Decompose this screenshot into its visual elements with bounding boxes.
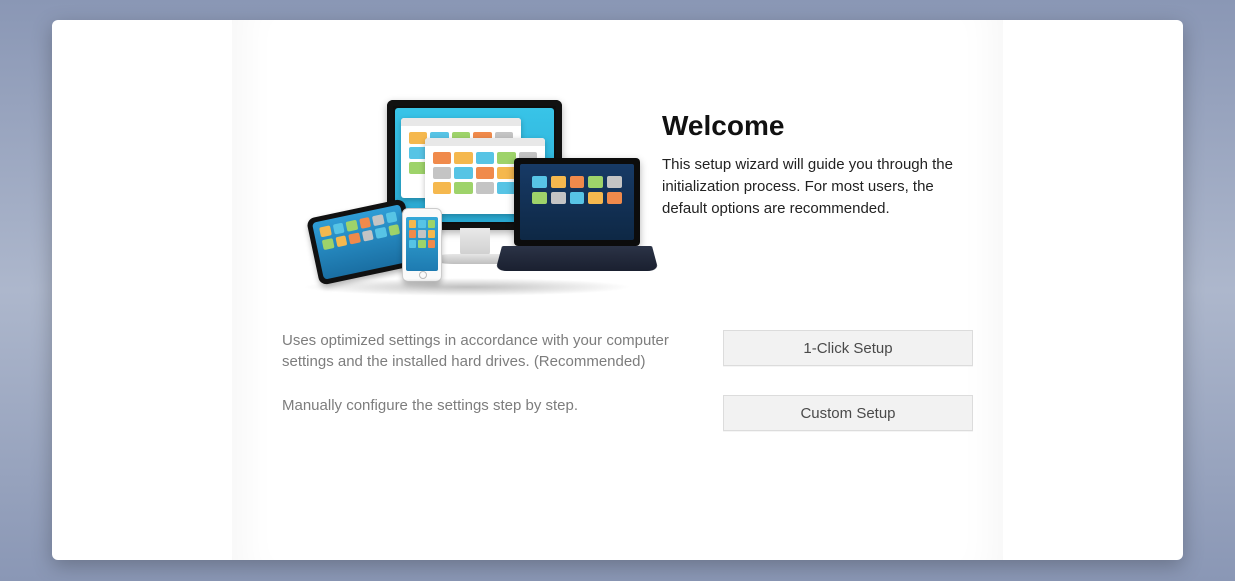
quick-setup-row: Uses optimized settings in accordance wi… bbox=[282, 330, 973, 372]
custom-setup-row: Manually configure the settings step by … bbox=[282, 395, 973, 431]
one-click-setup-button[interactable]: 1-Click Setup bbox=[723, 330, 973, 366]
phone-icon bbox=[402, 208, 442, 282]
content-area: Welcome This setup wizard will guide you… bbox=[232, 20, 1003, 560]
laptop-icon bbox=[502, 158, 652, 286]
welcome-description: This setup wizard will guide you through… bbox=[662, 154, 973, 219]
setup-wizard-card: Welcome This setup wizard will guide you… bbox=[52, 20, 1183, 560]
quick-setup-description: Uses optimized settings in accordance wi… bbox=[282, 330, 683, 372]
devices-illustration bbox=[282, 100, 622, 290]
welcome-title: Welcome bbox=[662, 110, 973, 142]
custom-setup-description: Manually configure the settings step by … bbox=[282, 395, 683, 416]
custom-setup-button[interactable]: Custom Setup bbox=[723, 395, 973, 431]
